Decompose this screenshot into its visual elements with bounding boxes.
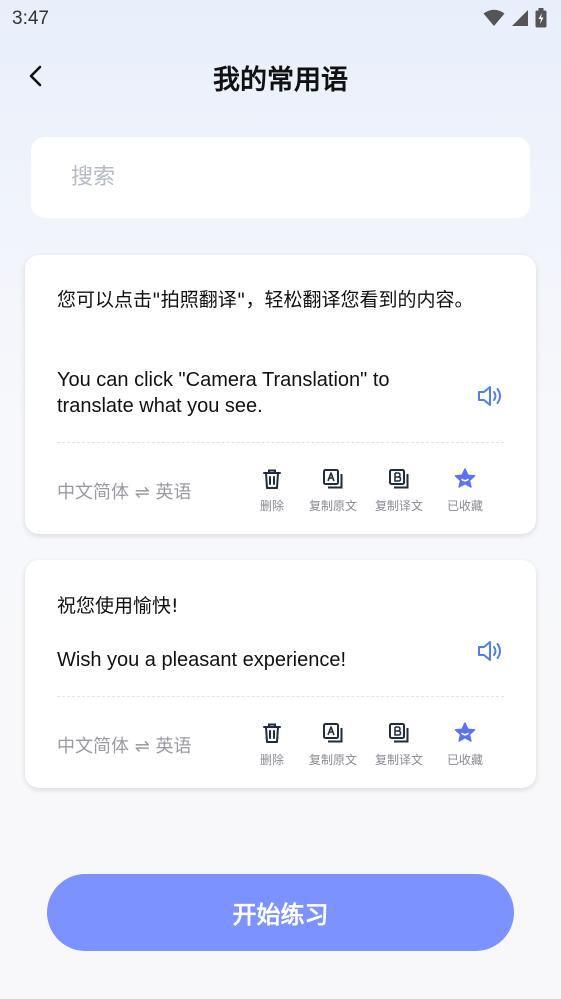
- status-icons: [483, 8, 547, 28]
- battery-icon: [535, 8, 547, 28]
- trash-icon: [263, 723, 281, 743]
- favorited-label: 已收藏: [446, 753, 483, 767]
- speaker-icon: [478, 386, 501, 406]
- copy-translation-button[interactable]: 复制译文: [366, 467, 432, 514]
- trash-icon: [263, 469, 281, 489]
- favorite-button[interactable]: 已收藏: [432, 467, 498, 514]
- copy-translation-button[interactable]: 复制译文: [366, 721, 432, 768]
- speaker-icon: [478, 641, 501, 661]
- phrase-card: 您可以点击"拍照翻译"，轻松翻译您看到的内容。 You can click "C…: [25, 255, 536, 534]
- source-text: 您可以点击"拍照翻译"，轻松翻译您看到的内容。: [57, 289, 474, 311]
- wifi-icon: [483, 9, 505, 26]
- copy-a-icon: [323, 469, 343, 489]
- translation-text: You can click "Camera Translation" to tr…: [57, 369, 390, 417]
- language-pair: 中文简体 ⇌ 英语: [57, 736, 192, 757]
- copy-source-button[interactable]: 复制原文: [300, 721, 366, 768]
- action-bar: 删除 复制原文 复制译文 已收藏: [244, 467, 498, 514]
- favorite-button[interactable]: 已收藏: [432, 721, 498, 768]
- phrase-card: 祝您使用愉快! Wish you a pleasant experience! …: [25, 560, 536, 788]
- star-filled-icon: [454, 468, 476, 488]
- page-title: 我的常用语: [213, 65, 348, 96]
- divider: [57, 696, 504, 697]
- copy-a-icon: [323, 723, 343, 743]
- copy-translation-label: 复制译文: [374, 753, 423, 767]
- speaker-button[interactable]: [476, 383, 504, 409]
- search-box: [31, 137, 530, 218]
- copy-source-label: 复制原文: [308, 753, 357, 767]
- star-filled-icon: [454, 722, 476, 742]
- delete-label: 删除: [259, 753, 284, 767]
- copy-source-button[interactable]: 复制原文: [300, 467, 366, 514]
- divider: [57, 442, 504, 443]
- copy-b-icon: [389, 723, 409, 743]
- language-pair: 中文简体 ⇌ 英语: [57, 482, 192, 503]
- copy-b-icon: [389, 469, 409, 489]
- speaker-button[interactable]: [476, 638, 504, 664]
- source-text: 祝您使用愉快!: [57, 595, 179, 617]
- cellular-signal-icon: [512, 10, 528, 26]
- status-time: 3:47: [12, 8, 49, 29]
- delete-button[interactable]: 删除: [244, 721, 300, 768]
- header: 我的常用语: [0, 52, 561, 102]
- delete-label: 删除: [259, 499, 284, 513]
- status-bar: 3:47: [0, 0, 561, 38]
- search-input[interactable]: [69, 164, 530, 191]
- action-bar: 删除 复制原文 复制译文 已收藏: [244, 721, 498, 768]
- copy-translation-label: 复制译文: [374, 499, 423, 513]
- favorited-label: 已收藏: [446, 499, 483, 513]
- start-practice-button[interactable]: 开始练习: [47, 874, 514, 951]
- translation-text: Wish you a pleasant experience!: [57, 649, 347, 671]
- copy-source-label: 复制原文: [308, 499, 357, 513]
- delete-button[interactable]: 删除: [244, 467, 300, 514]
